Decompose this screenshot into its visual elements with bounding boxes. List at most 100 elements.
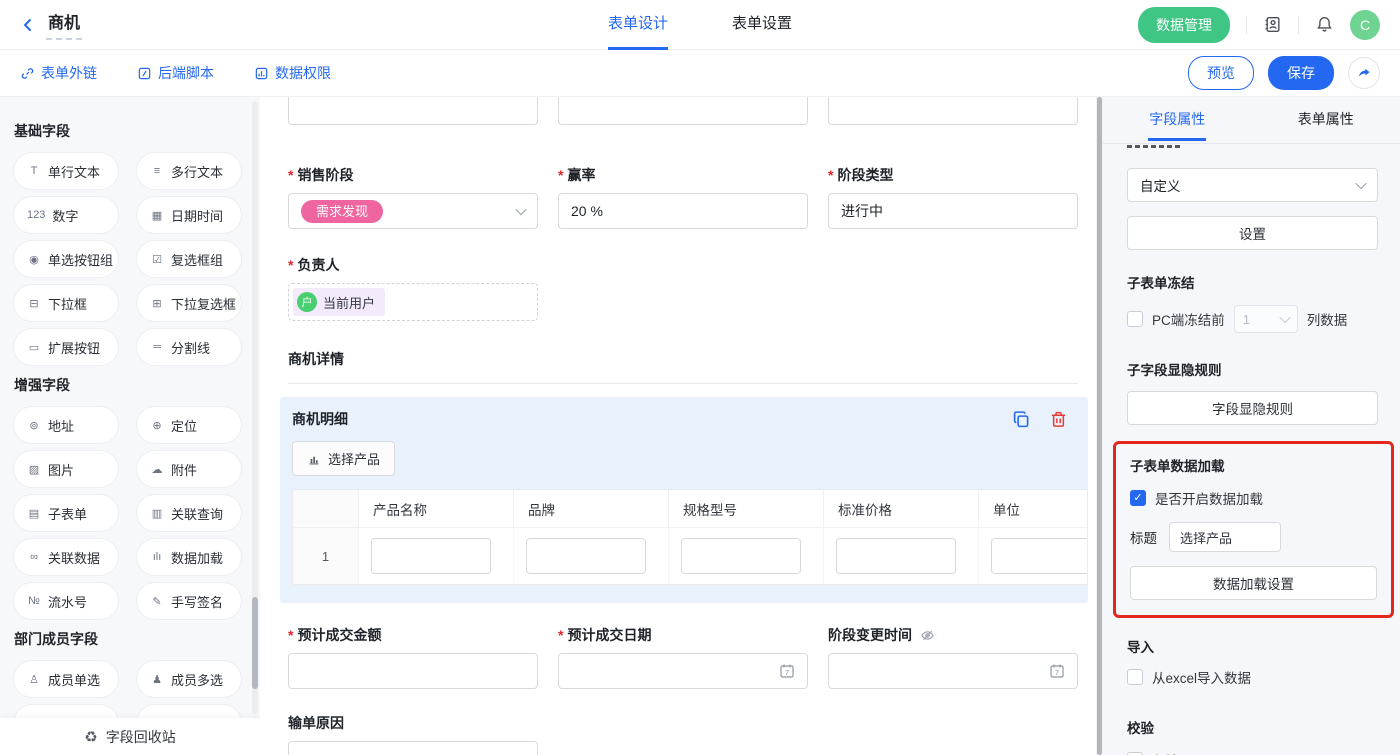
field-销售阶段[interactable]: *销售阶段需求发现 <box>288 165 538 229</box>
sidebar-item-number[interactable]: 123数字 <box>14 197 118 233</box>
sidebar-item-label: 地址 <box>48 416 74 435</box>
sidebar-item-radio-group[interactable]: ◉单选按钮组 <box>14 241 118 277</box>
table-cell: 1 <box>293 528 359 584</box>
excel-import-label: 从excel导入数据 <box>1152 667 1251 687</box>
data-permission-link[interactable]: 数据权限 <box>254 63 331 83</box>
field-visibility-rules-button[interactable]: 字段显隐规则 <box>1127 391 1378 425</box>
sidebar-item-location[interactable]: ⊕定位 <box>137 407 241 443</box>
table-cell-input[interactable] <box>526 538 646 574</box>
sidebar-item-datetime[interactable]: ▦日期时间 <box>137 197 241 233</box>
related-data-icon: ∞ <box>27 551 41 563</box>
sidebar-item-address[interactable]: ⊚地址 <box>14 407 118 443</box>
dataload-title-input[interactable]: 选择产品 <box>1169 522 1281 552</box>
owner-member-picker[interactable]: 户 当前用户 <box>288 283 538 321</box>
field-预计成交金额[interactable]: *预计成交金额 <box>288 625 538 689</box>
owner-field[interactable]: * 负责人 户 当前用户 <box>288 255 538 321</box>
sidebar-item-dropdown-multi[interactable]: ⊞下拉复选框 <box>137 285 241 321</box>
excel-import-checkbox[interactable] <box>1127 669 1143 685</box>
field-input[interactable] <box>558 97 808 125</box>
table-cell-input[interactable] <box>681 538 801 574</box>
share-button[interactable] <box>1348 57 1380 89</box>
sidebar-item-multi-line-text[interactable]: ≡多行文本 <box>137 153 241 189</box>
table-cell-input[interactable] <box>371 538 491 574</box>
save-button[interactable]: 保存 <box>1268 56 1334 90</box>
table-cell <box>514 528 669 584</box>
enable-dataload-checkbox[interactable]: ✓ <box>1130 490 1146 506</box>
canvas-scrollbar-thumb[interactable] <box>1097 97 1102 755</box>
field-date[interactable]: 7 <box>828 653 1078 689</box>
field-tag-select[interactable]: 需求发现 <box>288 193 538 229</box>
canvas-scrollbar-track <box>1096 97 1103 755</box>
rules-section-title: 子字段显隐规则 <box>1127 359 1378 379</box>
field-label-text: 阶段变更时间 <box>828 625 912 645</box>
field-input[interactable] <box>288 97 538 125</box>
tab-form-settings[interactable]: 表单设置 <box>732 0 792 50</box>
table-cell-input[interactable] <box>836 538 956 574</box>
freeze-checkbox[interactable] <box>1127 311 1143 327</box>
sidebar-scrollbar-thumb[interactable] <box>252 597 258 689</box>
loss-reason-field[interactable]: 输单原因 <box>288 713 538 755</box>
sidebar-item-serial-number[interactable]: №流水号 <box>14 583 118 619</box>
table-cell-input[interactable] <box>991 538 1088 574</box>
form-external-link[interactable]: 表单外链 <box>20 63 97 83</box>
toolbar-link-label: 数据权限 <box>275 63 331 83</box>
preview-button[interactable]: 预览 <box>1188 56 1254 90</box>
chevron-down-icon <box>1355 178 1366 189</box>
active-tab-underline <box>1148 138 1206 141</box>
clipped-field <box>828 97 1078 125</box>
back-button[interactable] <box>20 17 36 33</box>
sidebar-item-subform[interactable]: ▤子表单 <box>14 495 118 531</box>
subform-detail-block[interactable]: 商机明细 选择产品 产品名称品牌规格型号标准价格单位 1 <box>280 397 1088 603</box>
field-select[interactable] <box>288 741 538 755</box>
select-product-button[interactable]: 选择产品 <box>292 441 395 476</box>
sidebar-item-label: 成员多选 <box>171 670 223 689</box>
sidebar-item-image[interactable]: ▨图片 <box>14 451 118 487</box>
sidebar-section-grid: T单行文本 ≡多行文本 123数字 ▦日期时间 ◉单选按钮组 ☑复选框组 ⊟下拉框 ⊞下拉复选… <box>14 153 246 365</box>
sidebar-item-handwritten-signature[interactable]: ✎手写签名 <box>137 583 241 619</box>
sidebar-item-extend-button[interactable]: ▭扩展按钮 <box>14 329 118 365</box>
field-label-text: 预计成交金额 <box>297 625 381 645</box>
field-input[interactable] <box>288 653 538 689</box>
field-input[interactable]: 进行中 <box>828 193 1078 229</box>
sidebar-item-single-line-text[interactable]: T单行文本 <box>14 153 118 189</box>
field-date[interactable]: 7 <box>558 653 808 689</box>
eye-off-icon <box>920 628 935 643</box>
dropdown-icon: ⊟ <box>27 297 41 310</box>
sidebar-item-attachment[interactable]: ☁附件 <box>137 451 241 487</box>
field-预计成交日期[interactable]: *预计成交日期7 <box>558 625 808 689</box>
notification-bell-icon[interactable] <box>1315 15 1334 34</box>
tab-field-properties[interactable]: 字段属性 <box>1103 97 1252 143</box>
data-manage-button[interactable]: 数据管理 <box>1138 7 1230 43</box>
sidebar-item-member-single[interactable]: ♙成员单选 <box>14 661 118 697</box>
sidebar-item-checkbox-group[interactable]: ☑复选框组 <box>137 241 241 277</box>
freeze-section-title: 子表单冻结 <box>1127 272 1378 292</box>
field-input[interactable]: 20 % <box>558 193 808 229</box>
sidebar-item-member-multi[interactable]: ♟成员多选 <box>137 661 241 697</box>
sidebar-item-divider-line[interactable]: ═分割线 <box>137 329 241 365</box>
field-阶段变更时间[interactable]: 阶段变更时间 7 <box>828 625 1078 689</box>
field-input[interactable] <box>828 97 1078 125</box>
dataload-settings-button[interactable]: 数据加载设置 <box>1130 566 1377 600</box>
sidebar-item-related-query[interactable]: ▥关联查询 <box>137 495 241 531</box>
delete-icon[interactable] <box>1049 410 1068 429</box>
custom-mode-select[interactable]: 自定义 <box>1127 168 1378 202</box>
copy-icon[interactable] <box>1012 410 1031 429</box>
related-query-icon: ▥ <box>150 507 164 520</box>
location-icon: ⊕ <box>150 419 164 432</box>
tab-form-design[interactable]: 表单设计 <box>608 0 668 50</box>
field-label: *预计成交金额 <box>288 625 538 645</box>
field-阶段类型[interactable]: *阶段类型进行中 <box>828 165 1078 229</box>
sidebar-item-dropdown[interactable]: ⊟下拉框 <box>14 285 118 321</box>
sidebar-item-data-load[interactable]: ılı数据加载 <box>137 539 241 575</box>
freeze-column-select[interactable]: 1 <box>1234 305 1298 333</box>
backend-script-link[interactable]: 后端脚本 <box>137 63 214 83</box>
import-section-title: 导入 <box>1127 636 1378 656</box>
tab-form-properties[interactable]: 表单属性 <box>1252 97 1400 143</box>
field-label-text: 赢率 <box>567 165 595 185</box>
contact-book-icon[interactable] <box>1263 15 1282 34</box>
user-avatar[interactable]: C <box>1350 10 1380 40</box>
field-recycle-bin[interactable]: ♻ 字段回收站 <box>0 718 260 755</box>
settings-button[interactable]: 设置 <box>1127 216 1378 250</box>
sidebar-item-related-data[interactable]: ∞关联数据 <box>14 539 118 575</box>
field-赢率[interactable]: *赢率20 % <box>558 165 808 229</box>
